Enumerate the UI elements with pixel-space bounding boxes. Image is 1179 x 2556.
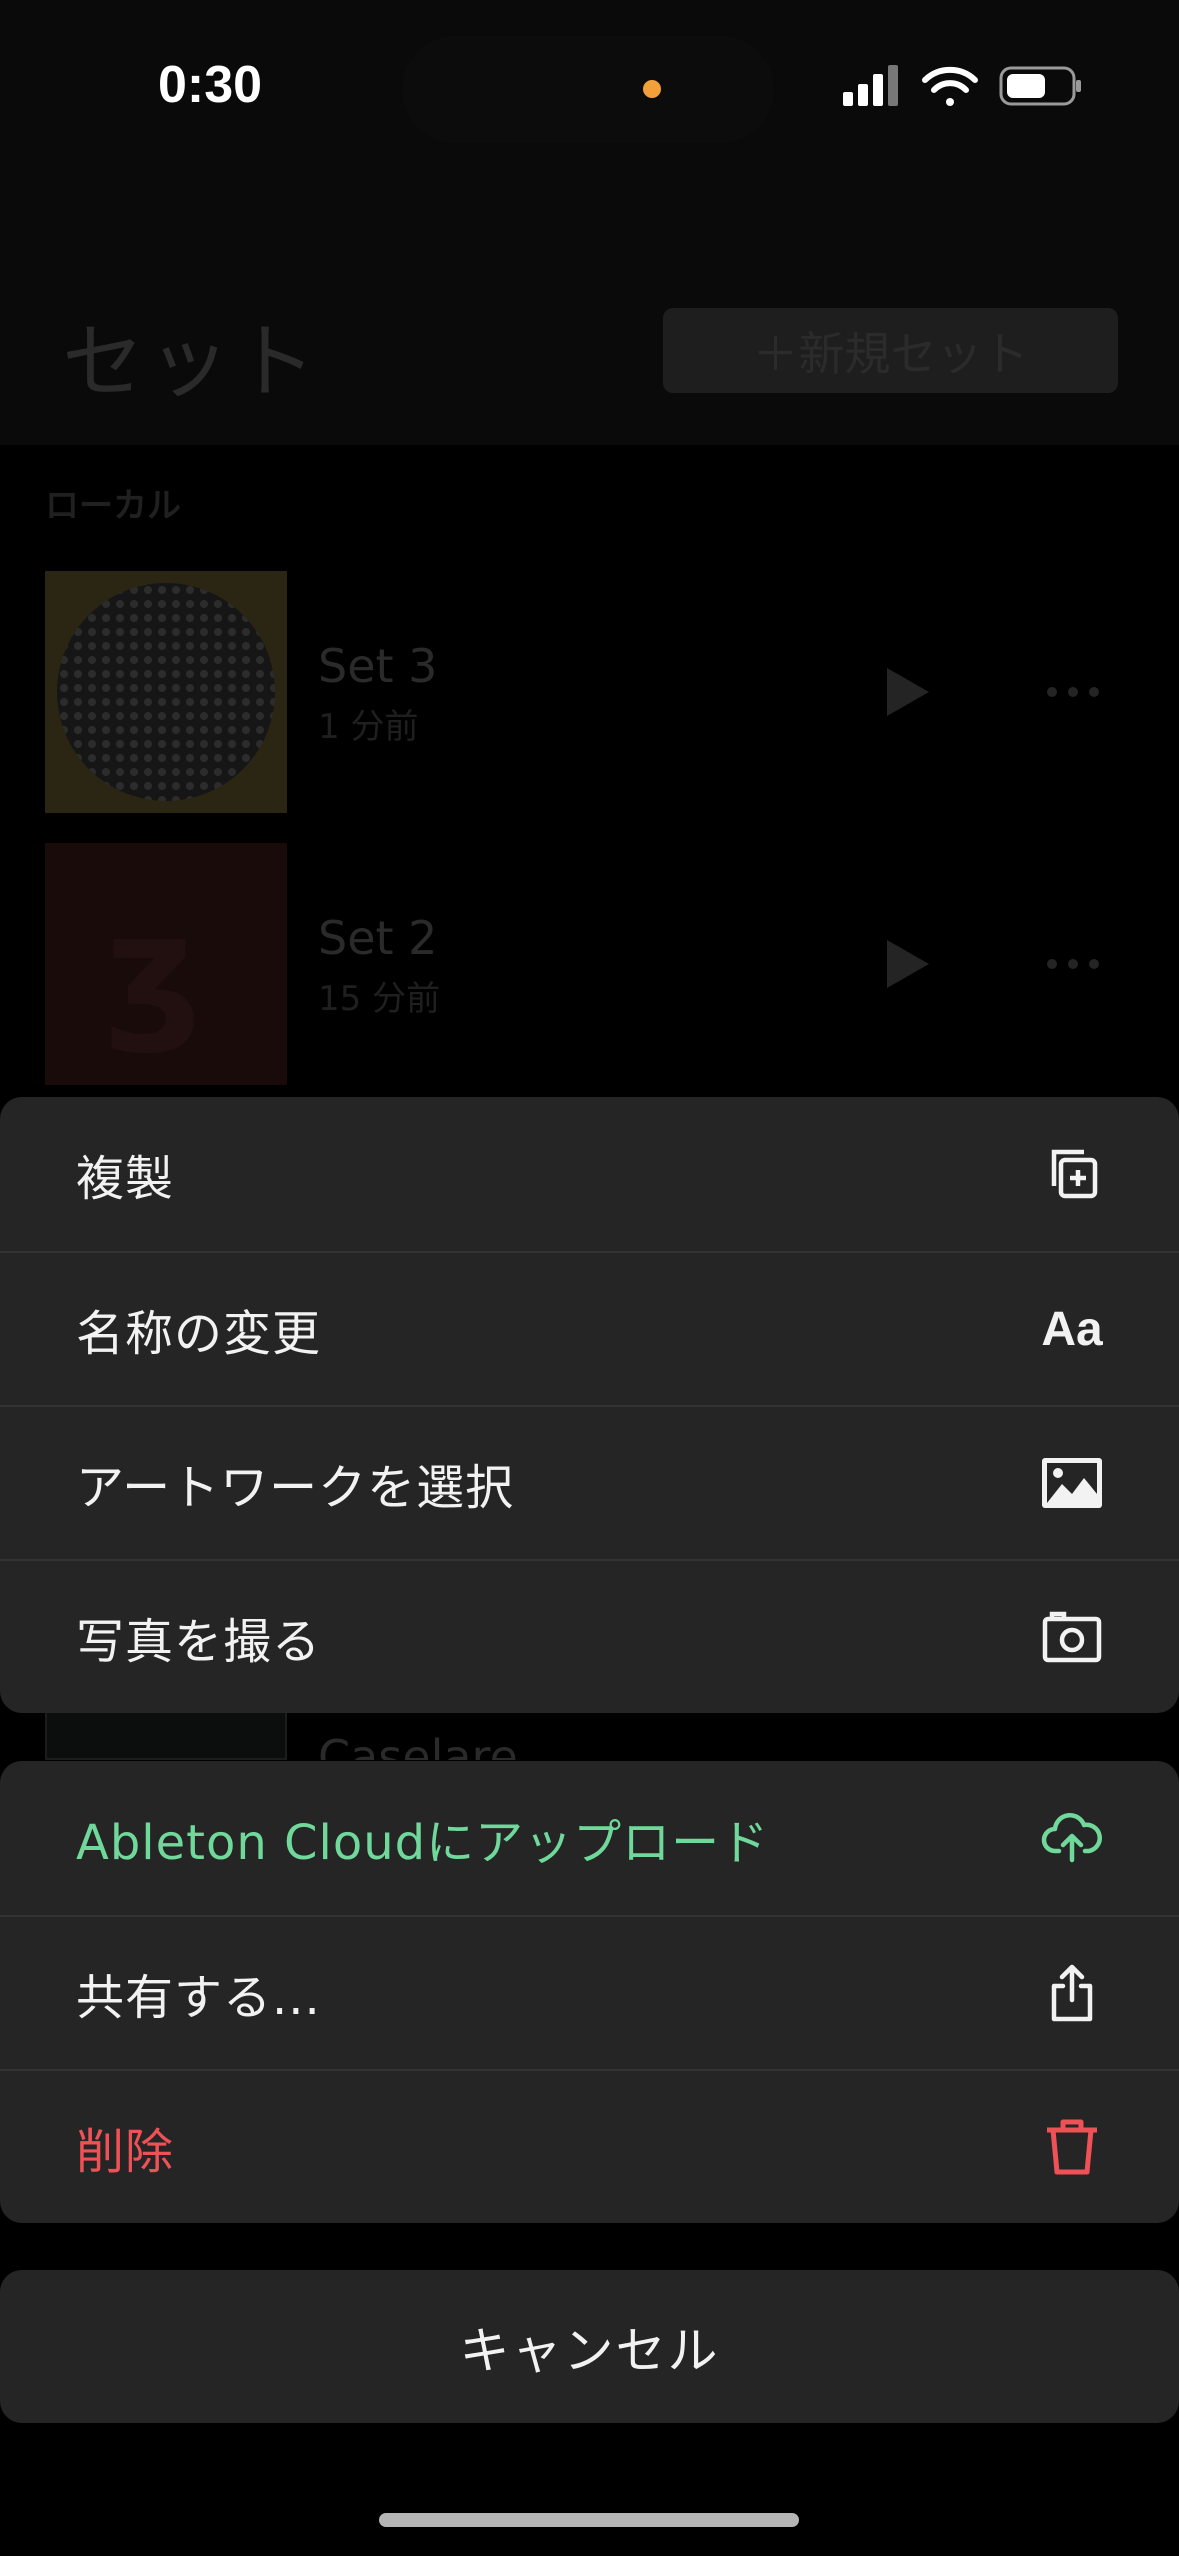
take-photo-action[interactable]: 写真を撮る (0, 1559, 1179, 1713)
set-name: Caselare (318, 1730, 518, 1760)
set-modified-time: 1 分前 (318, 707, 419, 747)
share-icon (1040, 1961, 1104, 2025)
camera-in-use-indicator (643, 80, 661, 98)
set-name: Set 2 (318, 911, 438, 965)
action-sheet-share-group: Ableton Cloudにアップロード 共有する... 削除 (0, 1761, 1179, 2223)
play-icon[interactable] (885, 666, 931, 718)
upload-to-cloud-action[interactable]: Ableton Cloudにアップロード (0, 1761, 1179, 1915)
set-list-item[interactable]: ʒ Set 2 15 分前 (0, 843, 1179, 1085)
dynamic-island (402, 36, 774, 143)
rename-label: 名称の変更 (76, 1306, 322, 1362)
set-artwork: ʒ (45, 843, 287, 1085)
duplicate-icon (1040, 1142, 1104, 1206)
camera-icon (1040, 1605, 1104, 1669)
cloud-upload-icon (1040, 1806, 1104, 1870)
rename-action[interactable]: 名称の変更 Aa (0, 1251, 1179, 1405)
choose-artwork-action[interactable]: アートワークを選択 (0, 1405, 1179, 1559)
delete-action[interactable]: 削除 (0, 2069, 1179, 2223)
take-photo-label: 写真を撮る (76, 1614, 322, 1670)
duplicate-action[interactable]: 複製 (0, 1097, 1179, 1251)
choose-artwork-label: アートワークを選択 (76, 1460, 515, 1516)
action-sheet-edit-group: 複製 名称の変更 Aa アートワークを選択 写真を撮る (0, 1097, 1179, 1713)
set-list-item[interactable]: Set 3 1 分前 (0, 571, 1179, 813)
set-name: Set 3 (318, 639, 438, 693)
image-icon (1040, 1451, 1104, 1515)
cancel-button[interactable]: キャンセル (0, 2270, 1179, 2423)
rename-icon: Aa (1041, 1302, 1103, 1356)
wifi-icon (922, 66, 978, 106)
new-set-button[interactable]: ＋新規セット (663, 308, 1118, 393)
home-indicator[interactable] (379, 2513, 799, 2527)
battery-icon (999, 66, 1081, 106)
page-title: セット (62, 315, 321, 410)
upload-to-cloud-label: Ableton Cloudにアップロード (76, 1815, 770, 1871)
duplicate-label: 複製 (76, 1151, 175, 1207)
section-label-local: ローカル (45, 486, 181, 526)
more-options-icon[interactable] (1045, 953, 1101, 975)
screen: セット ＋新規セット ローカル Set 3 1 分前 ʒ Set 2 15 分前… (0, 0, 1179, 2556)
status-bar-time: 0:30 (158, 56, 263, 114)
share-label: 共有する... (76, 1970, 321, 2026)
set-modified-time: 15 分前 (318, 979, 441, 1019)
share-action[interactable]: 共有する... (0, 1915, 1179, 2069)
status-bar-icons (843, 65, 1081, 106)
trash-icon (1040, 2115, 1104, 2179)
set-artwork (45, 571, 287, 813)
more-options-icon[interactable] (1045, 681, 1101, 703)
cellular-signal-icon (843, 65, 898, 106)
play-icon[interactable] (885, 938, 931, 990)
delete-label: 削除 (76, 2124, 175, 2180)
